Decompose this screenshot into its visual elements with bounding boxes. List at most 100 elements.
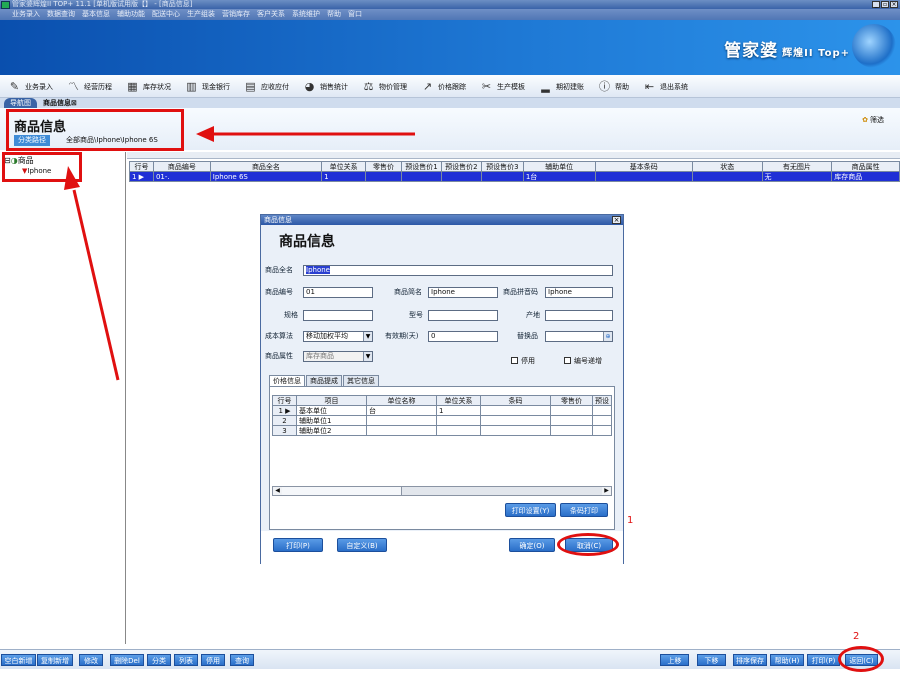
cost-method-select[interactable]: 移动加权平均 ▼ [303, 331, 373, 342]
horizontal-scrollbar[interactable]: ◀ ▶ [272, 486, 612, 496]
disable-checkbox[interactable]: 停用 [511, 357, 535, 366]
checkbox-box[interactable] [564, 357, 571, 364]
code-input[interactable]: 01 [303, 287, 373, 298]
blank-new-button[interactable]: 空白新增 [1, 654, 36, 666]
checkbox-box[interactable] [511, 357, 518, 364]
autocode-checkbox[interactable]: 编号递增 [564, 357, 602, 366]
input-value: Iphone [306, 266, 330, 274]
column-header[interactable]: 单位关系 [436, 395, 481, 406]
table-cell[interactable]: 辅助单位1 [296, 415, 367, 426]
scroll-thumb[interactable] [282, 487, 402, 495]
table-cell[interactable] [366, 415, 437, 426]
model-input[interactable] [428, 310, 498, 321]
table-row[interactable]: 2 辅助单位1 [272, 415, 612, 426]
barcode-print-button[interactable]: 条码打印 [560, 503, 608, 517]
row-number-cell[interactable]: 2 [272, 415, 297, 426]
column-header[interactable]: 预设 [592, 395, 612, 406]
print-setup-button[interactable]: 打印设置(Y) [505, 503, 556, 517]
price-grid[interactable]: 行号 项目 单位名称 单位关系 条码 零售价 预设 1 ▶ 基本单位台 1 2 辅助单位1 3 辅助单位… [272, 395, 612, 436]
table-row[interactable]: 3 辅助单位2 [272, 425, 612, 436]
pinyin-input[interactable]: Iphone [545, 287, 613, 298]
table-cell[interactable] [480, 425, 551, 436]
valid-days-input[interactable]: 0 [428, 331, 498, 342]
move-down-button[interactable]: 下移 [697, 654, 726, 666]
label-spec: 规格 [284, 311, 298, 319]
product-info-dialog: 商品信息 × 商品信息 商品全名 Iphone 商品编号 01 商品简名 Iph… [260, 214, 624, 564]
chevron-down-icon[interactable]: ▼ [363, 352, 372, 361]
save-order-button[interactable]: 排序保存 [733, 654, 767, 666]
footer-toolbar: 空白新增 复制新增 修改 删除Del 分类 列表 停用 查询 上移 下移 排序保… [0, 649, 900, 669]
column-header[interactable]: 单位名称 [366, 395, 437, 406]
full-name-input[interactable]: Iphone [303, 265, 613, 276]
list-button[interactable]: 列表 [174, 654, 198, 666]
label-short-name: 商品简名 [394, 288, 422, 296]
label-model: 型号 [409, 311, 423, 319]
print-button[interactable]: 打印(P) [273, 538, 323, 552]
short-name-input[interactable]: Iphone [428, 287, 498, 298]
arrow-to-tree [72, 189, 120, 381]
search-icon[interactable]: ⊕ [603, 332, 612, 341]
column-header[interactable]: 项目 [296, 395, 367, 406]
label-attribute: 商品属性 [265, 352, 293, 360]
table-cell[interactable] [550, 405, 593, 416]
tab-other-info[interactable]: 其它信息 [343, 375, 379, 386]
scroll-right-icon[interactable]: ▶ [602, 487, 611, 495]
tab-price-info[interactable]: 价格信息 [269, 375, 305, 386]
table-cell[interactable] [592, 415, 612, 426]
table-cell[interactable] [436, 425, 481, 436]
checkbox-label: 编号递增 [574, 357, 602, 365]
column-header[interactable]: 零售价 [550, 395, 593, 406]
table-cell[interactable]: 基本单位 [296, 405, 367, 416]
arrowhead-left [196, 126, 214, 142]
copy-new-button[interactable]: 复制新增 [37, 654, 73, 666]
table-row[interactable]: 1 ▶ 基本单位台 1 [272, 405, 612, 416]
label-origin: 产地 [526, 311, 540, 319]
attribute-select[interactable]: 库存商品 ▼ [303, 351, 373, 362]
chevron-down-icon[interactable]: ▼ [363, 332, 372, 341]
origin-input[interactable] [545, 310, 613, 321]
column-header[interactable]: 条码 [480, 395, 551, 406]
label-cost-method: 成本算法 [265, 332, 293, 340]
tab-commission[interactable]: 商品提成 [306, 375, 342, 386]
scroll-left-icon[interactable]: ◀ [273, 487, 282, 495]
table-cell[interactable] [366, 425, 437, 436]
checkbox-label: 停用 [521, 357, 535, 365]
highlight-ellipse-return [838, 646, 884, 672]
select-value: 移动加权平均 [306, 332, 348, 340]
delete-button[interactable]: 删除Del [110, 654, 144, 666]
table-cell[interactable] [436, 415, 481, 426]
ok-button[interactable]: 确定(O) [509, 538, 555, 552]
query-button[interactable]: 查询 [230, 654, 254, 666]
table-cell[interactable] [480, 405, 551, 416]
price-grid-panel: 行号 项目 单位名称 单位关系 条码 零售价 预设 1 ▶ 基本单位台 1 2 辅助单位1 3 辅助单位… [269, 386, 615, 530]
table-cell[interactable] [550, 415, 593, 426]
annotation-number-2: 2 [853, 631, 860, 642]
table-cell[interactable] [480, 415, 551, 426]
label-replacement: 替换品 [517, 332, 538, 340]
dialog-tabs: 价格信息 商品提成 其它信息 [269, 375, 380, 386]
label-valid-days: 有效期(天) [385, 332, 419, 340]
disable-button[interactable]: 停用 [201, 654, 225, 666]
dialog-close-button[interactable]: × [612, 216, 621, 224]
table-cell[interactable]: 台 [366, 405, 437, 416]
row-number-cell[interactable]: 3 [272, 425, 297, 436]
move-up-button[interactable]: 上移 [660, 654, 689, 666]
arrowhead-up [64, 166, 80, 190]
table-cell[interactable]: 1 [436, 405, 481, 416]
column-header[interactable]: 行号 [272, 395, 297, 406]
custom-button[interactable]: 自定义(B) [337, 538, 387, 552]
label-full-name: 商品全名 [265, 266, 293, 274]
table-cell[interactable] [592, 405, 612, 416]
print-list-button[interactable]: 打印(P) [807, 654, 840, 666]
label-code: 商品编号 [265, 288, 293, 296]
row-number-cell[interactable]: 1 ▶ [272, 405, 297, 416]
table-cell[interactable] [550, 425, 593, 436]
category-button[interactable]: 分类 [147, 654, 171, 666]
replacement-input[interactable]: ⊕ [545, 331, 613, 342]
help-button[interactable]: 帮助(H) [770, 654, 804, 666]
table-cell[interactable] [592, 425, 612, 436]
spec-input[interactable] [303, 310, 373, 321]
dialog-title-bar: 商品信息 [261, 215, 623, 225]
table-cell[interactable]: 辅助单位2 [296, 425, 367, 436]
edit-button[interactable]: 修改 [79, 654, 103, 666]
